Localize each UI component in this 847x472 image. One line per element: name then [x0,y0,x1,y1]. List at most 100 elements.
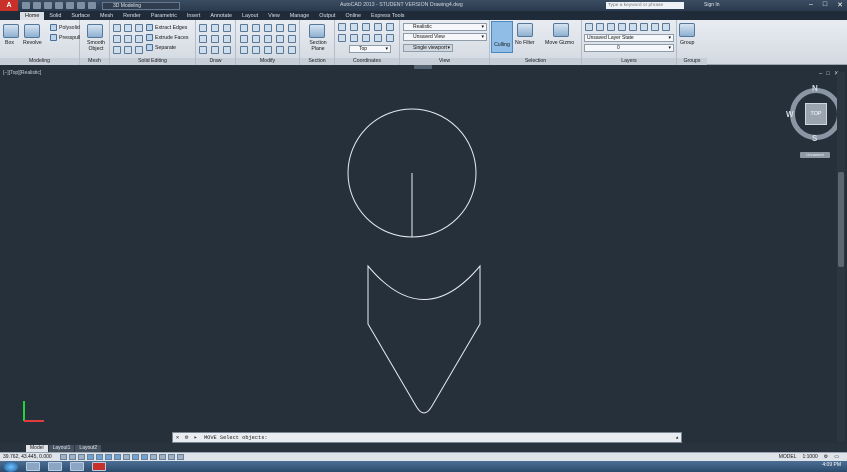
save-as-icon[interactable] [55,2,63,9]
panel-title-draw[interactable]: Draw [196,58,235,65]
tab-annotate[interactable]: Annotate [205,12,237,20]
break-icon[interactable] [288,46,296,54]
ucs-menu[interactable]: Unnamed [800,152,830,158]
wrench-icon[interactable]: ⚙ [182,433,191,442]
scale-icon[interactable] [264,35,272,43]
spline-icon[interactable] [223,46,231,54]
plot-icon[interactable] [66,2,74,9]
compass-west[interactable]: W [786,110,794,119]
fillet-icon[interactable] [240,35,248,43]
rectangle-icon[interactable] [211,35,219,43]
vertical-scrollbar[interactable] [837,72,845,442]
panel-title-layers[interactable]: Layers [582,58,676,65]
box-icon[interactable] [3,24,19,38]
offset-icon[interactable] [288,35,296,43]
ucs-view-icon[interactable] [350,34,358,42]
move-icon[interactable] [240,24,248,32]
minimize-button[interactable]: – [809,1,813,9]
culling-button[interactable]: Culling [491,21,513,53]
tab-insert[interactable]: Insert [182,12,205,20]
infer-constraints-icon[interactable] [59,454,67,460]
copy-icon[interactable] [264,24,272,32]
search-input[interactable]: Type a keyword or phrase [606,2,684,9]
union-icon[interactable] [113,24,121,32]
command-line[interactable]: ✕ ⚙ ▸ MOVE Select objects: ▴ [172,432,682,443]
cone-profile-entity[interactable] [367,264,481,414]
layer-properties-icon[interactable] [585,23,593,31]
box-button[interactable]: Box [5,40,14,46]
recent-commands-icon[interactable]: ▸ [191,433,200,442]
layer-previous-icon[interactable] [651,23,659,31]
move-gizmo-button[interactable]: Move Gizmo [545,40,574,46]
subtract-icon[interactable] [124,24,132,32]
tab-express-tools[interactable]: Express Tools [366,12,409,20]
dynamic-ucs-icon[interactable] [131,454,139,460]
ucs-y-icon[interactable] [386,23,394,31]
scrollbar-thumb[interactable] [838,172,844,267]
ucs-origin-icon[interactable] [362,23,370,31]
close-icon[interactable]: ✕ [173,433,182,442]
arc-icon[interactable] [223,24,231,32]
layer-lock-icon[interactable] [629,23,637,31]
no-filter-icon[interactable] [517,23,533,37]
rotate-icon[interactable] [252,24,260,32]
panel-title-mesh[interactable]: Mesh [80,58,109,65]
layer-off-icon[interactable] [596,23,604,31]
tab-output[interactable]: Output [314,12,340,20]
panel-title-coordinates[interactable]: Coordinates [335,58,399,65]
ucs-x-icon[interactable] [374,23,382,31]
ucs-object-icon[interactable] [362,34,370,42]
layer-unisolate-icon[interactable] [662,23,670,31]
panel-title-solid-editing[interactable]: Solid Editing [110,58,195,65]
group-button[interactable]: Group [680,40,694,46]
ucs-world-icon[interactable] [350,23,358,31]
panel-title-modeling[interactable]: Modeling [0,58,79,65]
panel-title-section[interactable]: Section [300,58,334,65]
thicken-icon[interactable] [135,35,143,43]
stretch-icon[interactable] [288,24,296,32]
tab-layout2[interactable]: Layout2 [75,445,102,452]
interfere-icon[interactable] [113,35,121,43]
annotation-scale[interactable]: 1:1000 [802,454,817,460]
group-icon[interactable] [679,23,695,37]
autocad-taskbar-icon[interactable] [92,462,106,471]
panel-title-modify[interactable]: Modify [236,58,299,65]
object-snap-tracking-icon[interactable] [122,454,130,460]
tab-online[interactable]: Online [340,12,366,20]
save-icon[interactable] [44,2,52,9]
tab-view[interactable]: View [263,12,285,20]
circle-icon[interactable] [199,35,207,43]
workspace-switching-icon[interactable]: ⚙ [824,454,828,460]
open-icon[interactable] [33,2,41,9]
polysolid-button[interactable]: Polysolid [50,24,80,31]
section-plane-button[interactable]: Section Plane [305,40,331,52]
ucs-3point-icon[interactable] [386,34,394,42]
maximize-button[interactable]: □ [823,1,827,9]
ucs-face-icon[interactable] [374,34,382,42]
tab-model[interactable]: Model [26,445,48,452]
workspace-dropdown[interactable]: 3D Modeling [102,1,180,10]
align-icon[interactable] [240,46,248,54]
polyline-icon[interactable] [199,24,207,32]
tab-solid[interactable]: Solid [44,12,66,20]
redo-icon[interactable] [88,2,96,9]
line-icon[interactable] [211,24,219,32]
layer-freeze-icon[interactable] [618,23,626,31]
fillet-edge-icon[interactable] [124,46,132,54]
viewport-config-dropdown[interactable]: Single viewport [403,44,453,52]
tab-layout[interactable]: Layout [237,12,263,20]
ucs-z-icon[interactable] [338,34,346,42]
panel-title-groups[interactable]: Groups [677,58,707,65]
revolve-button[interactable]: Revolve [23,40,42,46]
polar-tracking-icon[interactable] [95,454,103,460]
smooth-object-icon[interactable] [87,24,103,38]
tab-mesh[interactable]: Mesh [95,12,118,20]
explode-icon[interactable] [252,46,260,54]
tab-parametric[interactable]: Parametric [146,12,182,20]
layer-match-icon[interactable] [640,23,648,31]
viewcube-top-face[interactable]: TOP [805,103,827,125]
layer-dropdown[interactable]: 0 [584,44,674,52]
quick-properties-icon[interactable] [167,454,175,460]
undo-icon[interactable] [77,2,85,9]
ucs-icon[interactable] [338,23,346,31]
